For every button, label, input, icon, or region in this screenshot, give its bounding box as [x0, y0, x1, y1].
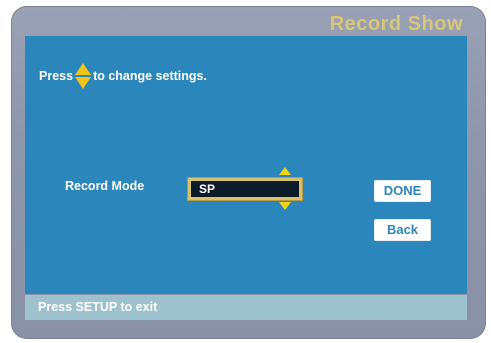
up-down-arrows-icon	[75, 60, 92, 92]
down-arrow-icon	[75, 77, 92, 89]
record-mode-label: Record Mode	[65, 179, 145, 193]
back-button[interactable]: Back	[374, 219, 431, 241]
status-hint: Press SETUP to exit	[38, 300, 158, 314]
record-mode-down-arrow-icon[interactable]	[279, 202, 291, 210]
record-mode-value: SP	[199, 182, 216, 196]
instruction-suffix: to change settings.	[93, 69, 207, 83]
instruction-prefix: Press	[39, 69, 74, 83]
record-mode-selector[interactable]: SP	[188, 178, 302, 200]
screen-title: Record Show	[329, 13, 463, 35]
instruction-text: Press to change settings.	[39, 60, 207, 92]
up-arrow-icon	[75, 63, 92, 75]
status-bar: Press SETUP to exit	[25, 295, 467, 320]
record-mode-up-arrow-icon[interactable]	[279, 167, 291, 175]
done-button[interactable]: DONE	[374, 180, 431, 202]
